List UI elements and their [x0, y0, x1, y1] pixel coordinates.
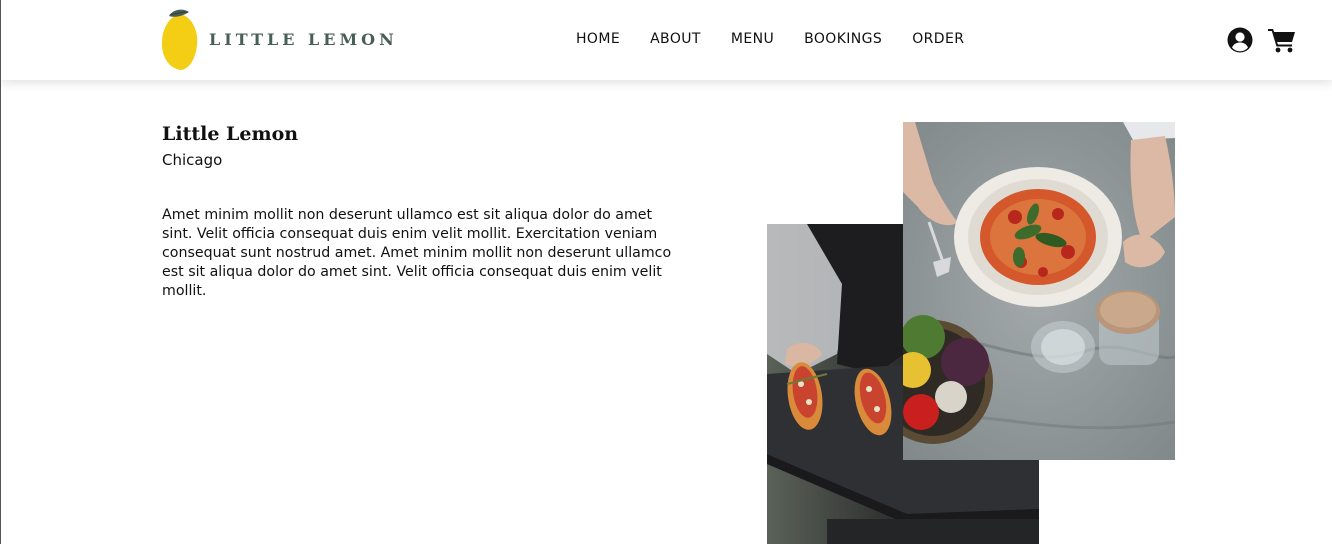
spaghetti-plate-image [903, 122, 1175, 460]
logo-link[interactable]: LITTLE LEMON [161, 8, 398, 70]
nav-about[interactable]: ABOUT [650, 31, 701, 47]
page-title: Little Lemon [162, 123, 299, 145]
about-description: Amet minim mollit non deserunt ullamco e… [162, 207, 672, 299]
main-nav: HOME ABOUT MENU BOOKINGS ORDER [576, 31, 964, 47]
nav-menu[interactable]: MENU [731, 31, 774, 47]
shopping-cart-icon[interactable] [1268, 26, 1296, 54]
nav-home[interactable]: HOME [576, 31, 620, 47]
lemon-logo-icon [161, 8, 199, 70]
site-header: LITTLE LEMON HOME ABOUT MENU BOOKINGS OR… [1, 0, 1332, 80]
nav-bookings[interactable]: BOOKINGS [804, 31, 882, 47]
user-circle-icon[interactable] [1226, 26, 1254, 54]
brand-name: LITTLE LEMON [209, 29, 398, 49]
header-actions [1226, 26, 1296, 54]
page: LITTLE LEMON HOME ABOUT MENU BOOKINGS OR… [0, 0, 1332, 544]
nav-order[interactable]: ORDER [912, 31, 964, 47]
location-subtitle: Chicago [162, 151, 223, 169]
